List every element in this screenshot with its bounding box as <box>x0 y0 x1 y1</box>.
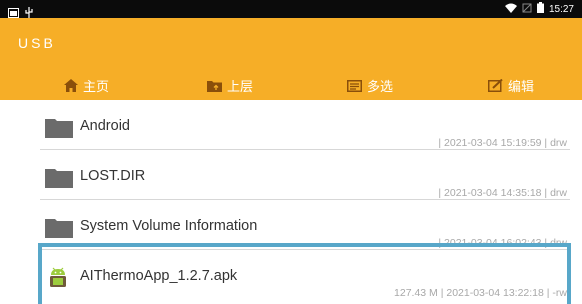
folder-icon <box>45 217 73 242</box>
edit-label: 编辑 <box>508 80 535 95</box>
battery-icon <box>536 2 544 16</box>
file-name: Android <box>80 118 130 134</box>
folder-up-icon <box>207 80 222 92</box>
file-row-lost-dir[interactable]: LOST.DIR | 2021-03-04 14:35:18 | drw <box>40 150 570 200</box>
multiselect-button[interactable]: 多选 <box>347 76 393 95</box>
screen-icon <box>522 3 532 16</box>
edit-icon <box>488 79 503 92</box>
app-bar: USB 主页 上层 多选 编辑 <box>0 18 582 100</box>
up-level-button[interactable]: 上层 <box>207 76 253 95</box>
file-name: System Volume Information <box>80 218 258 234</box>
file-name: LOST.DIR <box>80 168 146 184</box>
wifi-icon <box>504 3 517 16</box>
edit-button[interactable]: 编辑 <box>488 76 534 95</box>
folder-icon <box>45 117 73 142</box>
folder-icon <box>45 167 73 192</box>
toolbar: 主页 上层 多选 编辑 <box>0 72 582 98</box>
up-level-label: 上层 <box>227 80 254 95</box>
file-row-android[interactable]: Android | 2021-03-04 15:19:59 | drw <box>40 100 570 150</box>
home-button[interactable]: 主页 <box>64 76 109 95</box>
multiselect-label: 多选 <box>367 80 394 95</box>
selection-highlight <box>38 243 571 304</box>
home-icon <box>64 79 78 92</box>
page-title: USB <box>18 35 56 51</box>
multiselect-icon <box>347 79 362 92</box>
file-meta: | 2021-03-04 14:35:18 | drw <box>438 187 567 199</box>
home-label: 主页 <box>83 80 110 95</box>
status-bar: 15:27 <box>0 0 582 18</box>
file-meta: | 2021-03-04 15:19:59 | drw <box>438 137 567 149</box>
status-time: 15:27 <box>548 3 574 15</box>
